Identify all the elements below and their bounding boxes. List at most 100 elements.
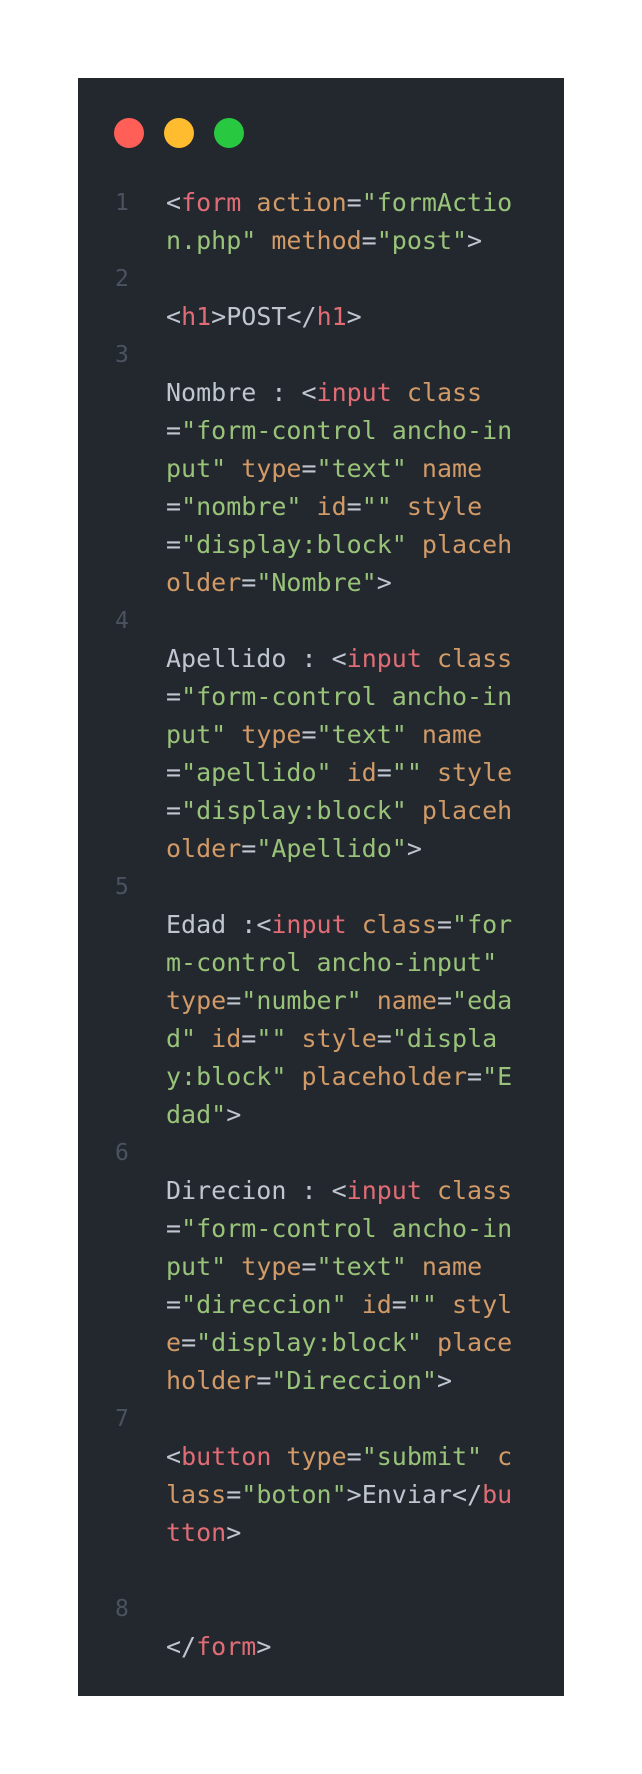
code-token: method <box>256 226 362 255</box>
code-token: h1 <box>181 302 212 331</box>
code-token: action <box>241 188 347 217</box>
code-line: 3 Nombre : <input class="form-control anc… <box>78 336 564 602</box>
code-token: > <box>406 834 422 863</box>
code-token: = <box>301 454 317 483</box>
code-token: input <box>271 910 347 939</box>
code-token: = <box>166 530 182 559</box>
code-token: type <box>226 720 302 749</box>
code-token: < <box>166 302 182 331</box>
code-token: > <box>211 302 227 331</box>
code-token: Enviar <box>361 1480 453 1509</box>
code-token: h1 <box>316 302 347 331</box>
code-line: 4 Apellido : <input class="form-control a… <box>78 602 564 868</box>
code-token: POST <box>226 302 287 331</box>
code-token: > <box>467 226 483 255</box>
code-text: <h1>POST</h1> <box>166 298 520 336</box>
code-token: class <box>421 1176 513 1205</box>
code-token: = <box>346 492 362 521</box>
code-token: Direcion : <box>166 1176 332 1205</box>
maximize-dot-icon[interactable] <box>214 118 244 148</box>
code-token: "text" <box>316 1252 407 1281</box>
code-text: Apellido : <input class="form-control an… <box>166 640 520 868</box>
code-token: > <box>346 302 362 331</box>
code-line: 6 Direcion : <input class="form-control a… <box>78 1134 564 1400</box>
code-token: "display:block" <box>181 796 407 825</box>
code-token: type <box>271 1442 347 1471</box>
code-token: = <box>256 1366 272 1395</box>
code-token: input <box>346 644 422 673</box>
code-token: id <box>346 1290 392 1319</box>
code-token: "boton" <box>241 1480 347 1509</box>
code-token: = <box>301 1252 317 1281</box>
code-token: = <box>346 1442 362 1471</box>
code-token: style <box>421 758 513 787</box>
code-token: = <box>241 1024 257 1053</box>
minimize-dot-icon[interactable] <box>164 118 194 148</box>
code-token: = <box>241 568 257 597</box>
code-token: name <box>406 1252 483 1281</box>
line-number: 6 <box>115 1140 129 1166</box>
code-editor: 1 <form action="formAction.php" method="p… <box>78 78 564 1696</box>
code-token: = <box>241 834 257 863</box>
code-line: 1 <form action="formAction.php" method="p… <box>78 184 564 260</box>
code-token: > <box>226 1518 242 1547</box>
line-number: 4 <box>115 608 129 634</box>
code-token: class <box>391 378 483 407</box>
code-text: </form> <box>166 1628 520 1666</box>
code-token: "Nombre" <box>256 568 377 597</box>
code-token: = <box>376 1024 392 1053</box>
code-token: </ <box>286 302 317 331</box>
code-token: "number" <box>241 986 362 1015</box>
code-token: = <box>346 188 362 217</box>
code-token: "post" <box>376 226 468 255</box>
code-token: = <box>391 1290 407 1319</box>
code-token: = <box>166 796 182 825</box>
code-token: "nombre" <box>181 492 302 521</box>
code-token: "display:block" <box>196 1328 422 1357</box>
code-token: name <box>361 986 437 1015</box>
code-token: input <box>316 378 392 407</box>
code-token: > <box>436 1366 453 1395</box>
code-token: style <box>391 492 483 521</box>
code-token: = <box>166 1290 182 1319</box>
code-token: = <box>166 758 182 787</box>
code-token: "text" <box>316 454 407 483</box>
code-token: = <box>226 986 242 1015</box>
code-token: id <box>196 1024 242 1053</box>
code-text: Edad :<input class="form-control ancho-i… <box>166 906 520 1134</box>
code-line: 8 </form> <box>78 1552 564 1666</box>
code-token: = <box>166 682 182 711</box>
code-token: form <box>196 1632 257 1661</box>
code-token: type <box>166 986 227 1015</box>
code-token: = <box>301 720 317 749</box>
line-number: 8 <box>115 1596 129 1622</box>
code-token: < <box>301 378 317 407</box>
line-number: 5 <box>115 874 129 900</box>
code-token: = <box>226 1480 242 1509</box>
code-token: Nombre : <box>166 378 302 407</box>
code-text: Nombre : <input class="form-control anch… <box>166 374 520 602</box>
code-text: <button type="submit" class="boton">Envi… <box>166 1438 520 1552</box>
code-token: </ <box>166 1632 197 1661</box>
close-dot-icon[interactable] <box>114 118 144 148</box>
code-token: input <box>346 1176 422 1205</box>
code-token: > <box>226 1100 242 1129</box>
code-token: = <box>376 758 392 787</box>
line-number: 2 <box>115 266 129 292</box>
code-token: class <box>421 644 513 673</box>
code-token: Edad : <box>166 910 257 939</box>
code-line: 2 <h1>POST</h1> <box>78 260 564 336</box>
code-token: name <box>406 720 483 749</box>
code-token: < <box>256 910 272 939</box>
line-number: 7 <box>115 1406 129 1432</box>
code-token: > <box>346 1480 362 1509</box>
code-token: "direccion" <box>181 1290 347 1319</box>
code-token: "Apellido" <box>256 834 407 863</box>
code-token: = <box>166 1214 182 1243</box>
code-token: = <box>467 1062 483 1091</box>
code-token: "text" <box>316 720 407 749</box>
code-token: "apellido" <box>181 758 332 787</box>
code-token: Apellido : <box>166 644 332 673</box>
code-token: > <box>256 1632 272 1661</box>
line-number: 1 <box>115 190 129 216</box>
